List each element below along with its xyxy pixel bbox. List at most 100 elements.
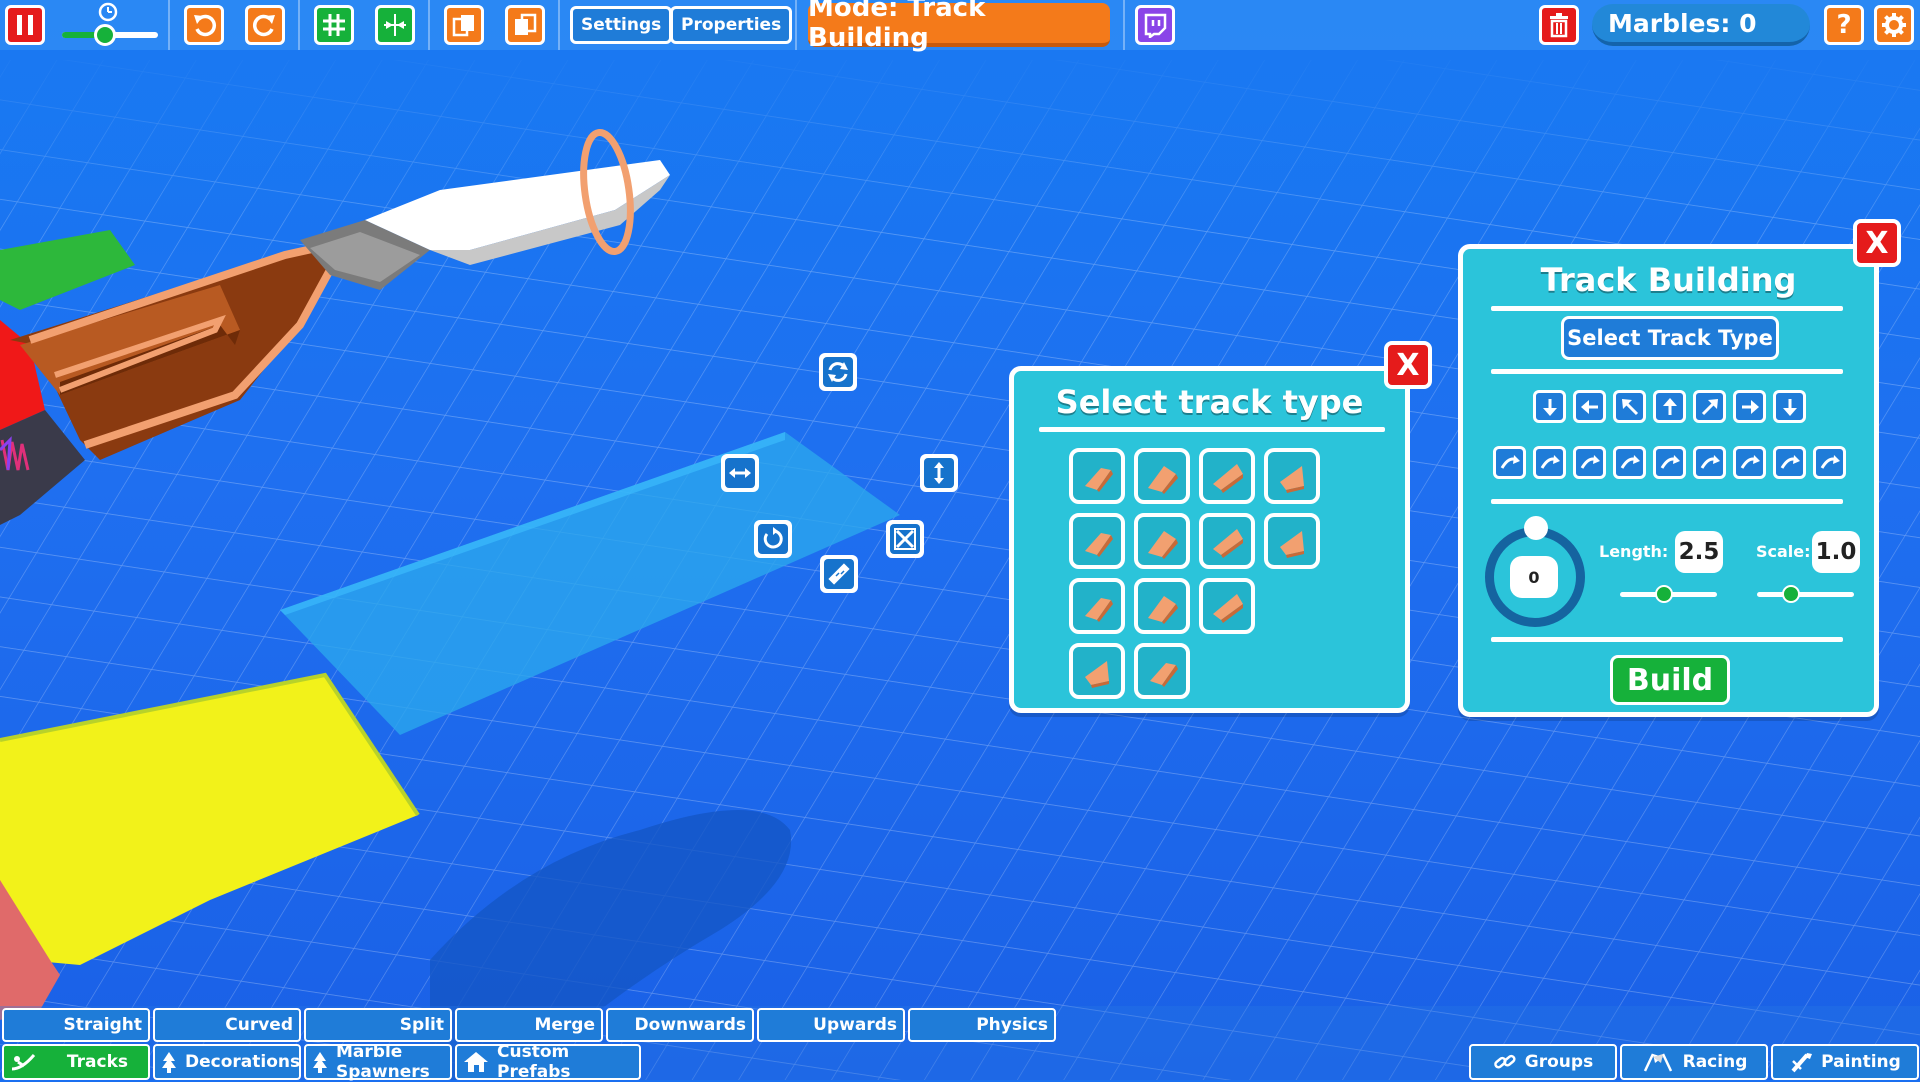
- close-select-track-panel-button[interactable]: X: [1384, 341, 1432, 389]
- paste-icon: [515, 13, 537, 35]
- track-type-tile[interactable]: [1199, 513, 1255, 569]
- track-type-tile[interactable]: [1134, 448, 1190, 504]
- curve-direction-button[interactable]: [1573, 446, 1606, 479]
- tree-icon: [161, 1051, 177, 1073]
- curve-direction-button[interactable]: [1653, 446, 1686, 479]
- game-settings-button[interactable]: [1874, 5, 1914, 45]
- curve-direction-button[interactable]: [1693, 446, 1726, 479]
- category-button-merge[interactable]: Merge: [455, 1008, 603, 1042]
- curve-arrow-icon: [1700, 454, 1720, 469]
- toolbar-divider: [795, 0, 797, 50]
- length-slider-knob[interactable]: [1654, 585, 1673, 603]
- divider: [1491, 306, 1843, 311]
- curve-direction-button[interactable]: [1613, 446, 1646, 479]
- redo-button[interactable]: [245, 5, 285, 45]
- move-vertical-gizmo[interactable]: [920, 454, 958, 492]
- category-button-split[interactable]: Split: [304, 1008, 452, 1042]
- toolbar-divider: [558, 0, 560, 50]
- scale-value[interactable]: 1.0: [1812, 531, 1860, 573]
- toolbar-divider: [428, 0, 430, 50]
- direction-button[interactable]: [1573, 390, 1606, 423]
- direction-button[interactable]: [1733, 390, 1766, 423]
- tab-decorations[interactable]: Decorations: [153, 1044, 301, 1080]
- twitch-button[interactable]: [1135, 5, 1175, 45]
- track-type-tile[interactable]: [1069, 448, 1125, 504]
- scale-slider-track[interactable]: [1757, 592, 1854, 597]
- close-track-building-panel-button[interactable]: X: [1853, 219, 1901, 267]
- delete-button[interactable]: [1539, 5, 1579, 45]
- length-value[interactable]: 2.5: [1675, 531, 1723, 573]
- tab-marble-spawners[interactable]: Marble Spawners: [304, 1042, 452, 1082]
- tab-groups[interactable]: Groups: [1469, 1044, 1617, 1080]
- scale-slider-knob[interactable]: [1781, 585, 1800, 603]
- select-track-type-button[interactable]: Select Track Type: [1561, 316, 1779, 360]
- track-type-tile[interactable]: [1134, 578, 1190, 634]
- undo-button[interactable]: [184, 5, 224, 45]
- track-type-tile[interactable]: [1069, 513, 1125, 569]
- rotate-gizmo[interactable]: [754, 520, 792, 558]
- curve-direction-button[interactable]: [1493, 446, 1526, 479]
- settings-button[interactable]: Settings: [570, 6, 673, 44]
- category-button-straight[interactable]: Straight: [2, 1008, 150, 1042]
- category-button-upwards[interactable]: Upwards: [757, 1008, 905, 1042]
- grid-button[interactable]: [314, 5, 354, 45]
- track-type-tile[interactable]: [1264, 513, 1320, 569]
- build-button[interactable]: Build: [1610, 655, 1730, 705]
- tab-tracks[interactable]: Tracks: [2, 1044, 150, 1080]
- top-toolbar: Settings Properties Mode: Track Building…: [0, 0, 1920, 53]
- move-horizontal-gizmo[interactable]: [721, 454, 759, 492]
- tree-icon: [312, 1051, 328, 1073]
- tab-custom-prefabs[interactable]: Custom Prefabs: [455, 1042, 641, 1082]
- category-button-downwards[interactable]: Downwards: [606, 1008, 754, 1042]
- left-arrow-icon: [1580, 399, 1598, 414]
- help-button[interactable]: ?: [1824, 5, 1864, 45]
- direction-button[interactable]: [1653, 390, 1686, 423]
- tab-label: Groups: [1524, 1052, 1594, 1072]
- direction-button[interactable]: [1693, 390, 1726, 423]
- snap-button[interactable]: [375, 5, 415, 45]
- properties-button[interactable]: Properties: [670, 6, 793, 44]
- direction-button[interactable]: [1613, 390, 1646, 423]
- slide-icon: [10, 1051, 38, 1073]
- track-piece-icon: [1148, 596, 1178, 624]
- pause-icon: [17, 15, 33, 35]
- track-type-tile[interactable]: [1134, 643, 1190, 699]
- track-type-tile[interactable]: [1264, 448, 1320, 504]
- toolbar-divider: [168, 0, 170, 50]
- flags-icon: [1641, 1051, 1675, 1073]
- category-button-physics[interactable]: Physics: [908, 1008, 1056, 1042]
- mode-indicator[interactable]: Mode: Track Building: [808, 0, 1110, 53]
- trash-icon: [1550, 13, 1568, 38]
- track-type-tile[interactable]: [1069, 578, 1125, 634]
- category-button-curved[interactable]: Curved: [153, 1008, 301, 1042]
- curve-arrow-icon: [1740, 454, 1760, 469]
- vertical-arrows-icon: [934, 462, 944, 484]
- track-type-tile[interactable]: [1199, 578, 1255, 634]
- toolbar-divider: [1123, 0, 1125, 50]
- game-speed-slider-knob[interactable]: [94, 24, 117, 46]
- track-type-tile[interactable]: [1069, 643, 1125, 699]
- curve-direction-button[interactable]: [1773, 446, 1806, 479]
- scale-gizmo[interactable]: [886, 520, 924, 558]
- direction-button[interactable]: [1773, 390, 1806, 423]
- tab-label: Decorations: [185, 1052, 301, 1072]
- rotate-view-gizmo[interactable]: [819, 353, 857, 391]
- tab-painting[interactable]: Painting: [1771, 1044, 1919, 1080]
- track-piece-icon: [1280, 531, 1304, 558]
- track-type-tile[interactable]: [1199, 448, 1255, 504]
- direction-button[interactable]: [1533, 390, 1566, 423]
- curve-arrow-icon: [1500, 454, 1520, 469]
- track-type-tile[interactable]: [1134, 513, 1190, 569]
- copy-button[interactable]: [444, 5, 484, 45]
- down-arrow-icon: [1542, 398, 1557, 416]
- curve-direction-button[interactable]: [1533, 446, 1566, 479]
- length-gizmo[interactable]: [820, 555, 858, 593]
- curve-arrow-icon: [1620, 454, 1640, 469]
- curve-direction-button[interactable]: [1813, 446, 1846, 479]
- rotation-dial-handle[interactable]: [1524, 516, 1548, 540]
- pause-button[interactable]: [5, 5, 45, 45]
- track-piece-icon: [1085, 468, 1113, 492]
- tab-racing[interactable]: Racing: [1620, 1044, 1768, 1080]
- paste-button[interactable]: [505, 5, 545, 45]
- curve-direction-button[interactable]: [1733, 446, 1766, 479]
